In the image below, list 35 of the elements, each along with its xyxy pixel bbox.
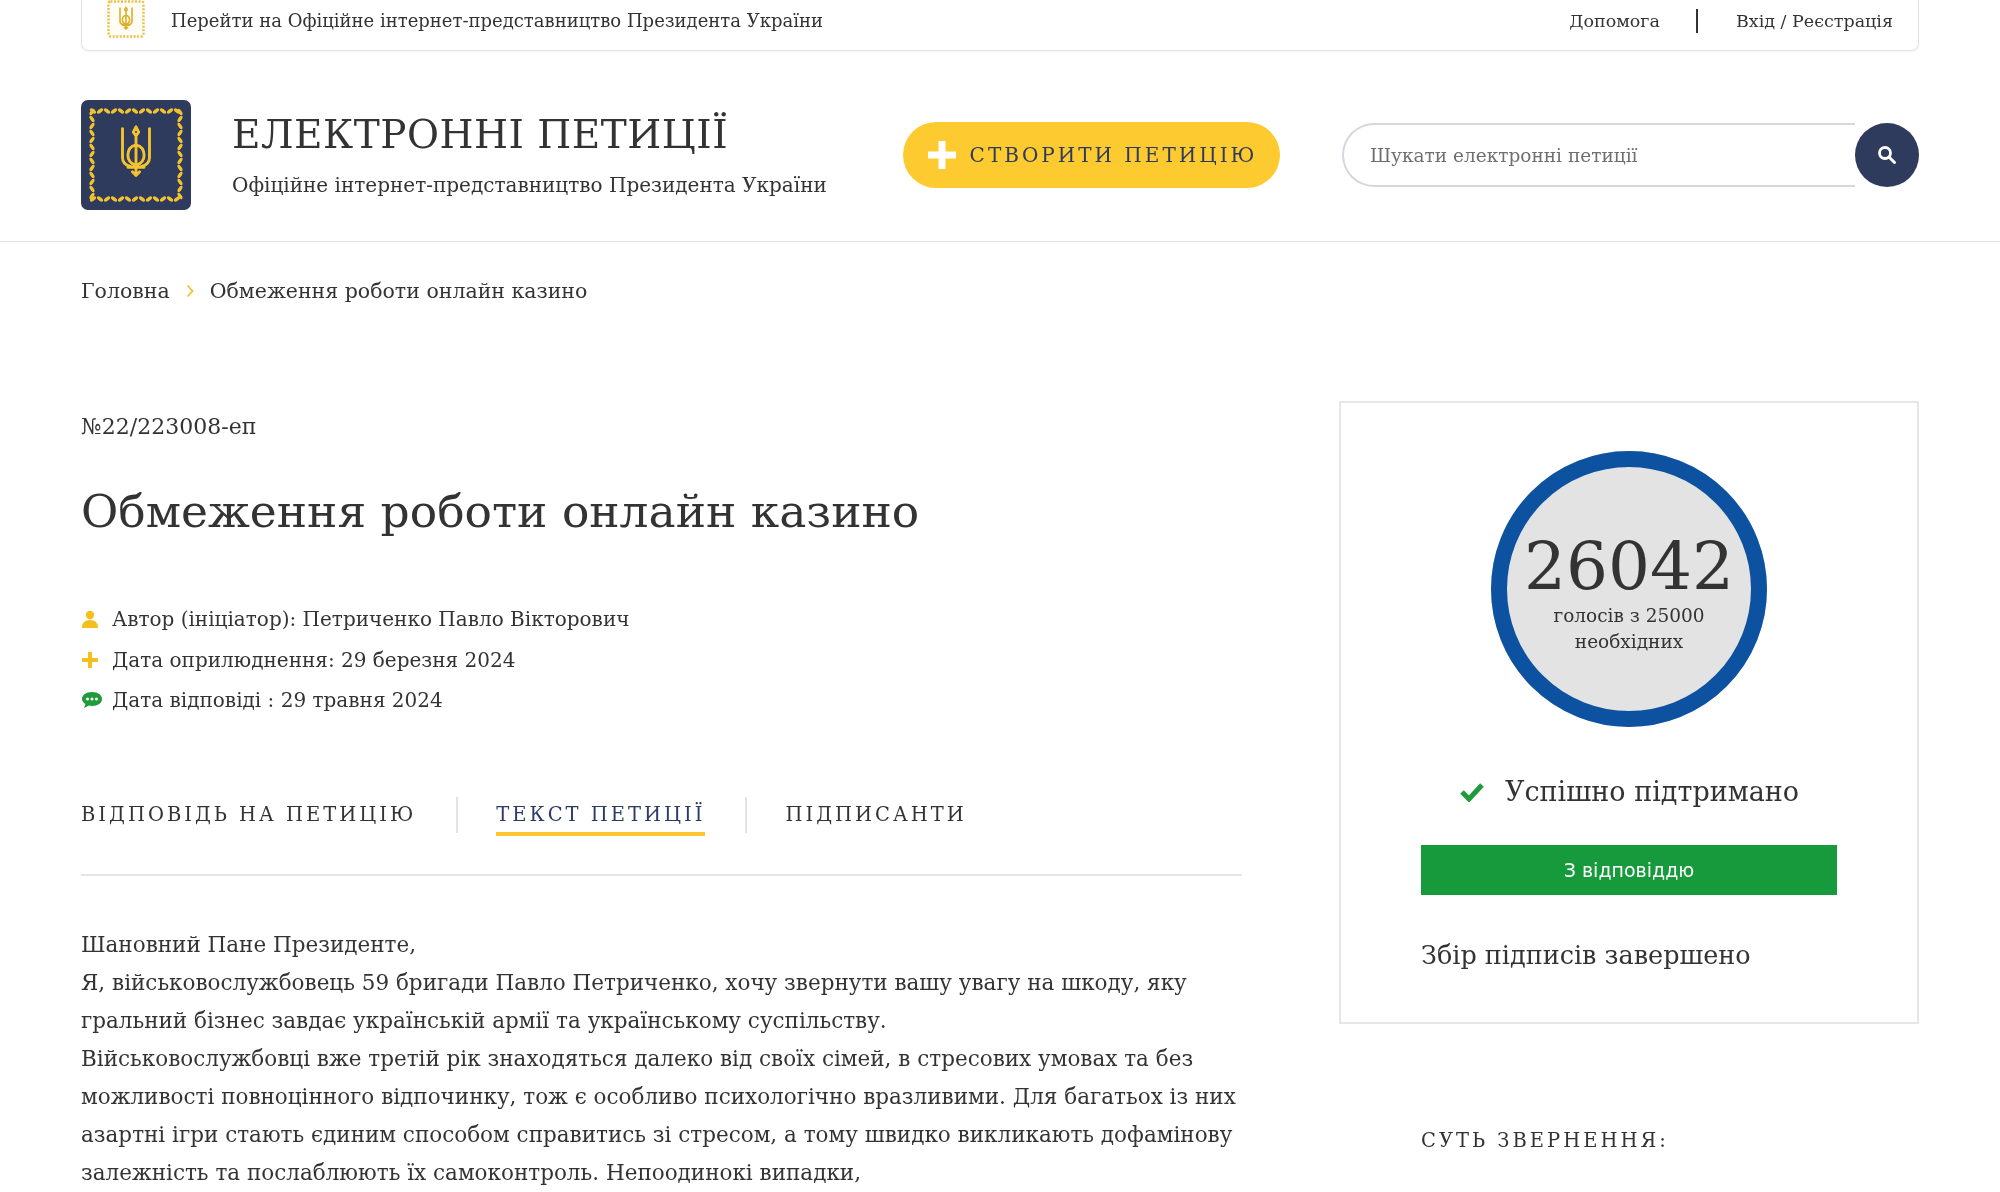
answer-date: Дата відповіді : 29 травня 2024 — [112, 687, 443, 714]
petition-text-paragraph: Я, військовослужбовець 59 бригади Павло Петриченко, хочу звернути вашу увагу на шкоду, яку гральний бізнес завдає українській армії та українському суспільству. — [81, 969, 1188, 1035]
breadcrumb-link[interactable]: Головна — [81, 278, 170, 304]
votes-caption: голосів з 25000 необхідних — [1552, 604, 1706, 654]
petition-number: №22/223008-еп — [81, 413, 258, 441]
create-petition-button[interactable]: СТВОРИТИ ПЕТИЦІЮ — [903, 122, 1280, 188]
trident-logo[interactable] — [81, 100, 191, 210]
check-icon — [1459, 782, 1485, 802]
person-icon — [81, 610, 99, 628]
site-title: ЕЛЕКТРОННІ ПЕТИЦІЇ — [232, 112, 730, 158]
petition-title: Обмеження роботи онлайн казино — [81, 484, 921, 540]
trident-emblem-icon — [107, 0, 145, 38]
petition-text-paragraph: Військовослужбовці вже третій рік знаходяться далеко від своїх сімей, в стресових умовах та без можливості повноцінного відпочинку, тож є особливо психологічно вразливими. Для багатьох із них азартні ігри стають єдиним способом справитись зі стресом, а тому швидко викликають дофамінову залежність та послаблюють їх самоконтроль. Непоодинокі випадки, — [81, 1045, 1237, 1187]
collection-status: Збір підписів завершено — [1421, 939, 1752, 972]
plus-icon — [925, 139, 958, 171]
support-status: Успішно підтримано — [1505, 775, 1799, 809]
answer-status-banner: З відповіддю — [1421, 845, 1837, 895]
breadcrumb-current: Обмеження роботи онлайн казино — [209, 278, 588, 304]
search-icon — [1877, 145, 1897, 165]
tab[interactable]: ПІДПИСАНТИ — [785, 802, 967, 836]
help-link[interactable]: Допомога — [1569, 9, 1660, 33]
author-info: Автор (ініціатор): Петриченко Павло Вікторович — [112, 606, 630, 633]
president-site-link[interactable]: Перейти на Офіційне інтернет-представництво Президента України — [107, 0, 823, 42]
speech-bubble-icon — [81, 691, 103, 709]
petition-text-paragraph: Шановний Пане Президенте, — [81, 931, 418, 959]
publication-date: Дата оприлюднення: 29 березня 2024 — [112, 646, 516, 674]
search-field[interactable]: Шукати електронні петиції — [1342, 123, 1855, 187]
tab[interactable]: ТЕКСТ ПЕТИЦІЇ — [496, 802, 706, 836]
summary-heading: СУТЬ ЗВЕРНЕННЯ: — [1421, 1128, 1670, 1154]
site-subtitle: Офіційне інтернет-представництво Президента України — [232, 172, 828, 198]
login-link[interactable]: Вхід / Реєстрація — [1735, 9, 1893, 33]
plus-icon — [81, 650, 99, 669]
tab[interactable]: ВІДПОВІДЬ НА ПЕТИЦІЮ — [81, 802, 417, 836]
chevron-right-icon — [185, 284, 194, 298]
vote-count: 26042 — [1524, 531, 1734, 603]
